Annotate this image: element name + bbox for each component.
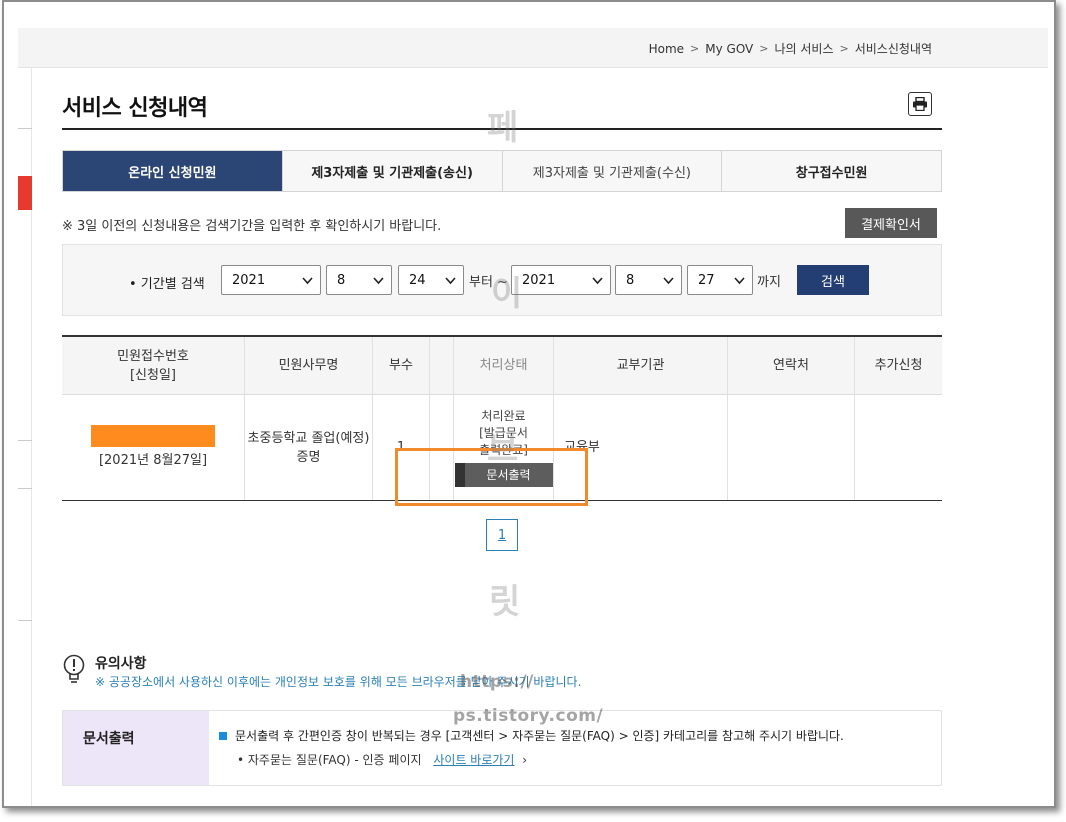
sidebar-divider — [18, 128, 32, 129]
breadcrumb: Home > My GOV > 나의 서비스 > 서비스신청내역 — [649, 40, 932, 57]
caution-title: 유의사항 — [95, 656, 147, 672]
chevron-down-icon — [592, 277, 603, 285]
chevron-down-icon — [663, 277, 674, 285]
browser-frame: Home > My GOV > 나의 서비스 > 서비스신청내역 서비스 신청내… — [2, 0, 1056, 808]
sidebar-active-marker — [18, 176, 32, 210]
header-status: 처리상태 — [454, 337, 554, 394]
tab-bar: 온라인 신청민원 제3자제출 및 기관제출(송신) 제3자제출 및 기관제출(수… — [62, 150, 942, 192]
docbox-line1: 문서출력 후 간편인증 창이 반복되는 경우 [고객센터 > 자주묻는 질문(F… — [219, 727, 844, 744]
select-value: 8 — [626, 272, 635, 288]
from-suffix: 부터 ~ — [469, 275, 508, 290]
from-month-select[interactable]: 8 — [326, 265, 392, 295]
top-bar: Home > My GOV > 나의 서비스 > 서비스신청내역 — [18, 28, 1048, 68]
sidebar-divider — [18, 620, 32, 621]
tab-third-party-received[interactable]: 제3자제출 및 기관제출(수신) — [502, 151, 723, 191]
bullet-square-icon — [219, 731, 227, 740]
header-receipt-number: 민원접수번호 [신청일] — [62, 337, 245, 394]
application-table: 민원접수번호 [신청일] 민원사무명 부수 처리상태 교부기관 연락처 추가신청… — [62, 335, 942, 501]
page-title: 서비스 신청내역 — [62, 96, 208, 121]
tab-online[interactable]: 온라인 신청민원 — [63, 151, 283, 191]
lightbulb-icon — [63, 654, 85, 683]
tab-third-party-sent[interactable]: 제3자제출 및 기관제출(송신) — [282, 151, 503, 191]
watermark-char: 페 — [487, 108, 519, 148]
header-agency: 교부기관 — [554, 337, 728, 394]
cell-spacer — [430, 395, 454, 500]
redaction-bar — [91, 425, 215, 447]
to-day-select[interactable]: 27 — [687, 265, 753, 295]
chevron-down-icon — [373, 277, 384, 285]
from-day-select[interactable]: 24 — [398, 265, 464, 295]
breadcrumb-current[interactable]: 서비스신청내역 — [855, 40, 932, 57]
document-print-info: 문서출력 문서출력 후 간편인증 창이 반복되는 경우 [고객센터 > 자주묻는… — [62, 710, 942, 786]
header-additional: 추가신청 — [874, 358, 923, 373]
cell-copies: 1 — [373, 395, 430, 500]
docbox-line1-text: 문서출력 후 간편인증 창이 반복되는 경우 [고객센터 > 자주묻는 질문(F… — [235, 729, 844, 743]
cell-service-name: 초중등학교 졸업(예정) 증명 — [245, 395, 373, 500]
title-divider — [62, 128, 942, 130]
docbox-line2-text: • 자주묻는 질문(FAQ) - 인증 페이지 — [237, 753, 422, 767]
cell-date: [2021년 8월27일] — [98, 453, 208, 468]
chevron-down-icon — [445, 277, 456, 285]
status-line1: 처리완료 — [481, 409, 526, 423]
table-row: [2021년 8월27일] 초중등학교 졸업(예정) 증명 1 처리완료 [발급… — [62, 395, 942, 500]
printer-icon — [913, 97, 927, 111]
header-spacer — [430, 337, 454, 394]
status-line3: 출력완료] — [479, 443, 528, 457]
header-contact: 연락처 — [728, 337, 855, 394]
select-value: 2021 — [522, 272, 556, 288]
header-service-name: 민원사무명 — [245, 337, 373, 394]
search-label: • 기간별 검색 — [129, 277, 205, 292]
select-value: 2021 — [232, 272, 266, 288]
cell-additional — [855, 395, 942, 500]
search-panel: • 기간별 검색 2021 8 24 부터 ~ 2021 8 27 까지 검색 — [62, 244, 942, 316]
breadcrumb-mygov[interactable]: My GOV — [705, 42, 753, 56]
cell-receipt-number: [2021년 8월27일] — [62, 395, 245, 500]
select-value: 24 — [409, 272, 426, 288]
period-notice: ※ 3일 이전의 신청내용은 검색기간을 입력한 후 확인하시기 바랍니다. — [62, 219, 442, 234]
to-suffix: 까지 — [757, 275, 781, 290]
header-label: 민원접수번호 — [117, 348, 189, 364]
select-value: 27 — [698, 272, 715, 288]
to-month-select[interactable]: 8 — [615, 265, 682, 295]
payment-confirm-button[interactable]: 결제확인서 — [845, 208, 937, 238]
service-name-line1: 초중등학교 졸업(예정) — [247, 430, 370, 446]
page-1-link[interactable]: 1 — [486, 519, 518, 551]
chevron-right-icon: › — [522, 753, 528, 767]
sidebar-divider — [18, 440, 32, 441]
caution-text: ※ 공공장소에서 사용하신 이후에는 개인정보 보호를 위해 모든 브라우저를 … — [95, 675, 582, 689]
chevron-down-icon — [302, 277, 313, 285]
docbox-label: 문서출력 — [63, 711, 209, 785]
from-year-select[interactable]: 2021 — [221, 265, 321, 295]
breadcrumb-my-service[interactable]: 나의 서비스 — [774, 40, 833, 57]
search-button[interactable]: 검색 — [797, 265, 869, 295]
watermark-char: 릿 — [489, 582, 521, 622]
chevron-right-icon: > — [690, 42, 700, 55]
docbox-line2: • 자주묻는 질문(FAQ) - 인증 페이지 사이트 바로가기 › — [219, 751, 844, 768]
service-name-line2: 증명 — [296, 449, 321, 465]
to-year-select[interactable]: 2021 — [511, 265, 611, 295]
chevron-right-icon: > — [839, 42, 849, 55]
cell-contact — [728, 395, 855, 500]
faq-site-link[interactable]: 사이트 바로가기 — [433, 753, 514, 767]
print-button[interactable] — [908, 92, 932, 116]
cell-agency: 교육부 — [554, 395, 728, 500]
chevron-down-icon — [734, 277, 745, 285]
breadcrumb-home[interactable]: Home — [649, 42, 684, 56]
sidebar-divider — [18, 488, 32, 489]
chevron-right-icon: > — [759, 42, 769, 55]
table-header: 민원접수번호 [신청일] 민원사무명 부수 처리상태 교부기관 연락처 추가신청 — [62, 337, 942, 395]
header-copies: 부수 — [373, 337, 430, 394]
docbox-body: 문서출력 후 간편인증 창이 반복되는 경우 [고객센터 > 자주묻는 질문(F… — [209, 711, 844, 785]
cell-status: 처리완료 [발급문서 출력완료] 문서출력 — [454, 395, 554, 500]
status-line2: [발급문서 — [479, 426, 528, 440]
header-sublabel: [신청일] — [129, 367, 177, 383]
document-print-button[interactable]: 문서출력 — [454, 463, 553, 487]
tab-counter[interactable]: 창구접수민원 — [722, 151, 941, 191]
select-value: 8 — [337, 272, 346, 288]
